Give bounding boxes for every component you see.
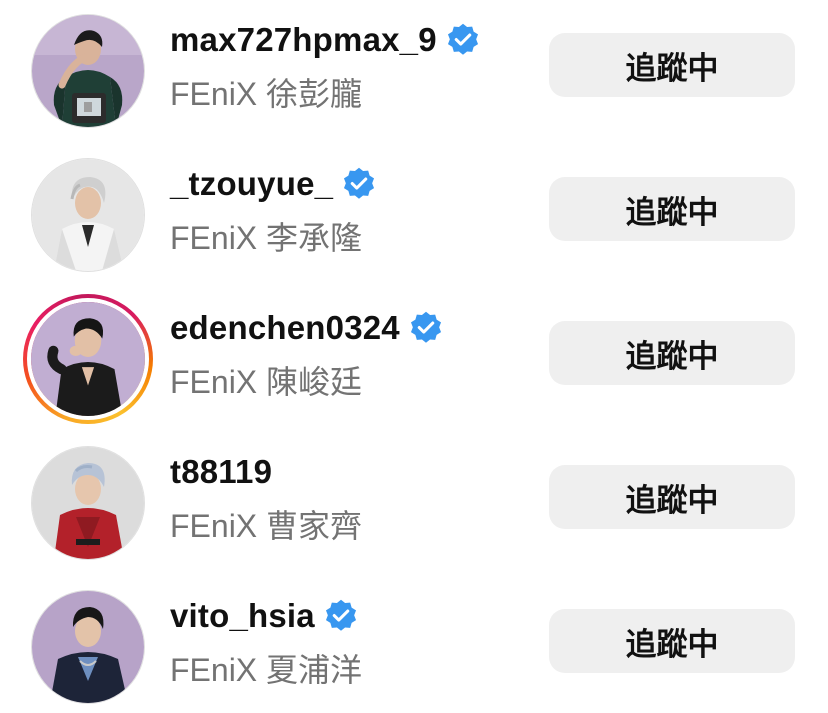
- verified-badge-icon: [445, 22, 481, 58]
- verified-badge-icon: [341, 166, 377, 202]
- verified-badge-icon: [408, 310, 444, 346]
- avatar-container[interactable]: [23, 438, 153, 568]
- avatar-container[interactable]: [23, 582, 153, 712]
- avatar[interactable]: [31, 302, 145, 416]
- username-text[interactable]: t88119: [170, 453, 272, 491]
- avatar-container[interactable]: [23, 150, 153, 280]
- following-button[interactable]: 追蹤中: [549, 609, 795, 673]
- avatar[interactable]: [32, 591, 144, 703]
- username[interactable]: edenchen0324: [170, 309, 444, 347]
- avatar[interactable]: [32, 159, 144, 271]
- username-text[interactable]: max727hpmax_9: [170, 21, 437, 59]
- list-item[interactable]: vito_hsia FEniX 夏浦洋 追蹤中: [0, 569, 828, 713]
- following-button[interactable]: 追蹤中: [549, 33, 795, 97]
- following-button[interactable]: 追蹤中: [549, 177, 795, 241]
- list-item[interactable]: _tzouyue_ FEniX 李承隆 追蹤中: [0, 137, 828, 281]
- list-item[interactable]: t88119 FEniX 曹家齊 追蹤中: [0, 425, 828, 569]
- username-text[interactable]: _tzouyue_: [170, 165, 333, 203]
- full-name: FEniX 徐彭朧: [170, 76, 363, 112]
- following-list: max727hpmax_9 FEniX 徐彭朧 追蹤中 _tzouyue_ FE…: [0, 0, 828, 712]
- avatar[interactable]: [32, 15, 144, 127]
- username-text[interactable]: edenchen0324: [170, 309, 400, 347]
- list-item[interactable]: max727hpmax_9 FEniX 徐彭朧 追蹤中: [0, 0, 828, 137]
- full-name: FEniX 陳峻廷: [170, 364, 363, 400]
- following-button[interactable]: 追蹤中: [549, 321, 795, 385]
- username-text[interactable]: vito_hsia: [170, 597, 315, 635]
- username[interactable]: _tzouyue_: [170, 165, 377, 203]
- username[interactable]: t88119: [170, 453, 272, 491]
- story-ring[interactable]: [23, 294, 153, 424]
- list-item[interactable]: edenchen0324 FEniX 陳峻廷 追蹤中: [0, 281, 828, 425]
- verified-badge-icon: [323, 598, 359, 634]
- avatar-container[interactable]: [23, 6, 153, 136]
- username[interactable]: max727hpmax_9: [170, 21, 481, 59]
- full-name: FEniX 李承隆: [170, 220, 363, 256]
- full-name: FEniX 曹家齊: [170, 508, 363, 544]
- avatar[interactable]: [32, 447, 144, 559]
- following-button[interactable]: 追蹤中: [549, 465, 795, 529]
- full-name: FEniX 夏浦洋: [170, 652, 363, 688]
- username[interactable]: vito_hsia: [170, 597, 359, 635]
